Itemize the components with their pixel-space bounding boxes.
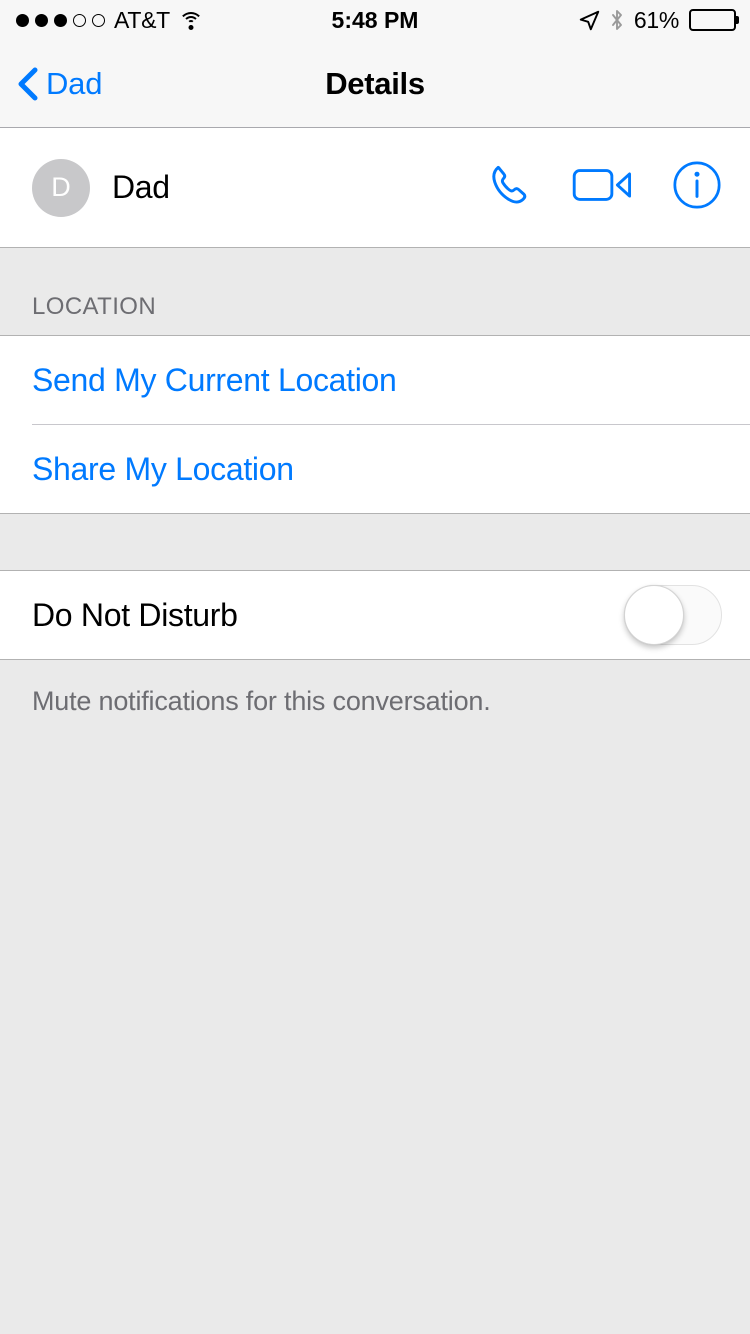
dnd-section-list: Do Not Disturb: [0, 571, 750, 660]
info-circle-icon: [672, 160, 722, 215]
do-not-disturb-label: Do Not Disturb: [32, 596, 238, 633]
location-section-list: Send My Current Location Share My Locati…: [0, 336, 750, 514]
contact-actions: [484, 160, 722, 215]
battery-icon: [689, 9, 739, 31]
send-my-current-location-label: Send My Current Location: [32, 361, 397, 398]
facetime-button[interactable]: [572, 166, 634, 209]
location-arrow-icon: [579, 10, 600, 31]
bluetooth-icon: [610, 9, 624, 31]
navigation-bar: Dad Details: [0, 40, 750, 128]
send-my-current-location-row[interactable]: Send My Current Location: [0, 336, 750, 424]
dnd-footnote: Mute notifications for this conversation…: [0, 660, 750, 717]
status-bar: AT&T 5:48 PM 61%: [0, 0, 750, 40]
location-section-header-label: LOCATION: [32, 293, 157, 320]
avatar-initial: D: [51, 172, 71, 202]
section-gap: [0, 514, 750, 571]
details-screen: AT&T 5:48 PM 61% Dad Details D Dad LOCAT…: [0, 0, 750, 1334]
status-bar-right: 61%: [579, 6, 739, 34]
avatar: D: [32, 158, 90, 217]
dnd-footnote-label: Mute notifications for this conversation…: [32, 686, 491, 716]
location-section-header: LOCATION: [0, 248, 750, 336]
info-button[interactable]: [672, 160, 722, 215]
battery-percentage-label: 61%: [633, 6, 679, 33]
page-title: Details: [325, 65, 425, 101]
phone-icon: [484, 160, 534, 215]
share-my-location-label: Share My Location: [32, 450, 294, 487]
contact-name: Dad: [112, 169, 170, 205]
video-camera-icon: [572, 166, 634, 209]
share-my-location-row[interactable]: Share My Location: [0, 425, 750, 513]
toggle-knob: [624, 585, 684, 645]
do-not-disturb-row[interactable]: Do Not Disturb: [0, 571, 750, 659]
call-button[interactable]: [484, 160, 534, 215]
contact-row[interactable]: D Dad: [0, 128, 750, 248]
content-area: D Dad LOCATION Send My Current Location …: [0, 128, 750, 1334]
empty-area: [0, 717, 750, 1334]
do-not-disturb-toggle[interactable]: [624, 585, 722, 645]
